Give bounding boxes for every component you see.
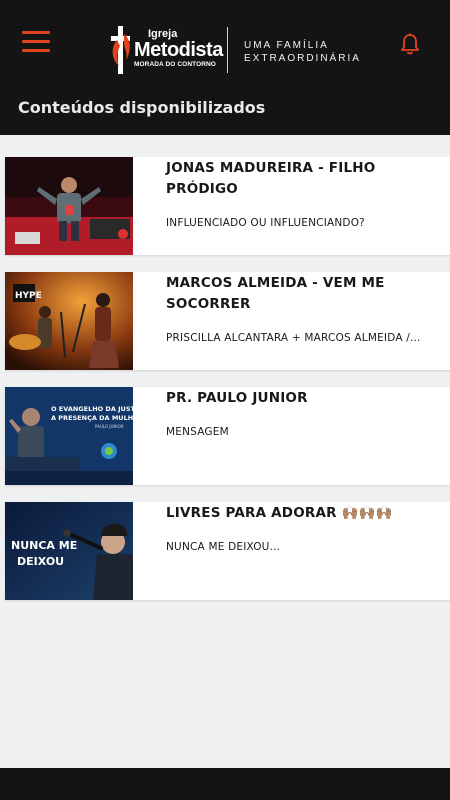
thumbnail-title-line-2: A PRESENÇA DA MULHER — [51, 414, 133, 422]
app-header: Igreja Metodista MORADA DO CONTORNO UMA … — [0, 0, 450, 135]
video-thumbnail: HYPE — [5, 272, 133, 370]
logo-tagline: UMA FAMÍLIA EXTRAORDINÁRIA — [244, 39, 361, 65]
content-subtitle: INFLUENCIADO OU INFLUENCIANDO? — [166, 217, 365, 229]
thumbnail-title-line-2: DEIXOU — [17, 555, 64, 568]
content-title: LIVRES PARA ADORAR 🙌🏽🙌🏽🙌🏽 — [166, 505, 393, 521]
thumbnail-pastor-image: O EVANGELHO DA JUSTIÇA E A PRESENÇA DA M… — [5, 387, 133, 485]
content-subtitle: MENSAGEM — [166, 426, 229, 438]
tagline-line-2: EXTRAORDINÁRIA — [244, 53, 361, 64]
logo-divider — [227, 27, 228, 73]
video-thumbnail — [5, 157, 133, 255]
content-card-livres-para-adorar[interactable]: NUNCA ME DEIXOU LIVRES PARA ADORAR 🙌🏽🙌🏽🙌… — [5, 502, 450, 600]
video-thumbnail: NUNCA ME DEIXOU — [5, 502, 133, 600]
content-card-paulo-junior[interactable]: O EVANGELHO DA JUSTIÇA E A PRESENÇA DA M… — [5, 387, 450, 485]
section-title: Conteúdos disponibilizados — [18, 98, 266, 117]
thumbnail-hype-text: HYPE — [15, 291, 42, 301]
logo-metodista: Metodista — [134, 39, 223, 61]
methodist-cross-flame-icon — [111, 26, 130, 74]
content-card-jonas-madureira[interactable]: JONAS MADUREIRA - FILHO PRÓDIGO INFLUENC… — [5, 157, 450, 255]
bell-icon[interactable] — [398, 32, 422, 56]
thumbnail-singers-image: HYPE — [5, 272, 133, 370]
content-title: JONAS MADUREIRA - FILHO PRÓDIGO — [166, 160, 376, 197]
logo-morada: MORADA DO CONTORNO — [134, 61, 216, 68]
content-title: PR. PAULO JUNIOR — [166, 390, 308, 406]
tagline-line-1: UMA FAMÍLIA — [244, 40, 329, 51]
content-card-marcos-almeida[interactable]: HYPE MARCOS ALMEIDA - VEM ME SOCORRER PR… — [5, 272, 450, 370]
thumbnail-preacher-image — [5, 157, 133, 255]
church-logo[interactable]: Igreja Metodista MORADA DO CONTORNO UMA … — [110, 24, 360, 80]
video-thumbnail: O EVANGELHO DA JUSTIÇA E A PRESENÇA DA M… — [5, 387, 133, 485]
content-subtitle: NUNCA ME DEIXOU... — [166, 541, 281, 553]
logo-wordmark: Igreja Metodista MORADA DO CONTORNO — [134, 29, 223, 69]
hamburger-menu-icon[interactable] — [22, 31, 52, 53]
bottom-bar — [0, 768, 450, 800]
thumbnail-title-line-1: O EVANGELHO DA JUSTIÇA E — [51, 405, 133, 413]
content-title: MARCOS ALMEIDA - VEM ME SOCORRER — [166, 275, 385, 312]
content-subtitle: PRISCILLA ALCANTARA + MARCOS ALMEIDA /..… — [166, 332, 421, 344]
thumbnail-speaker: PAULO JUNIOR — [95, 424, 124, 429]
thumbnail-title-line-1: NUNCA ME — [11, 539, 77, 552]
thumbnail-singer-image: NUNCA ME DEIXOU — [5, 502, 133, 600]
